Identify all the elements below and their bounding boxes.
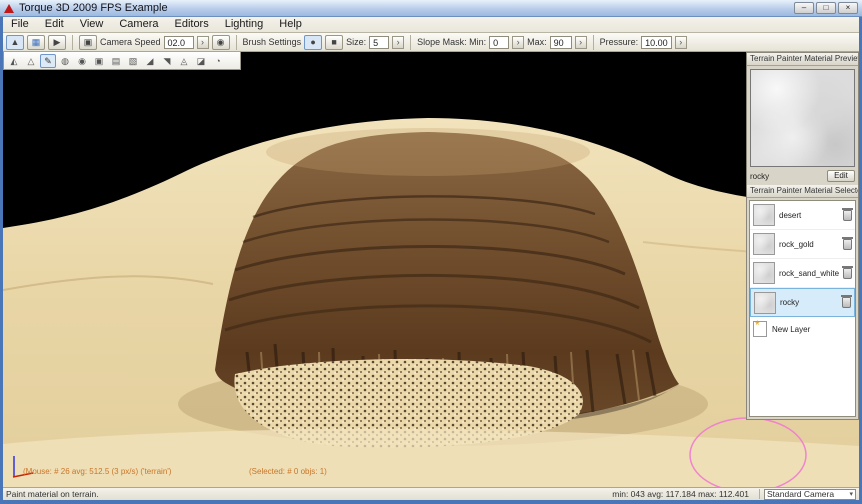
camera-speed-spinner[interactable]: › [197, 36, 209, 49]
material-list: desert rock_gold rock_sand_white rocky [749, 200, 856, 417]
status-bar: Paint material on terrain. min: 043 avg:… [3, 487, 859, 500]
material-name: desert [779, 211, 843, 220]
slope-max-spinner[interactable]: › [575, 36, 587, 49]
terrain-scene [3, 52, 859, 487]
close-button[interactable]: × [838, 2, 858, 14]
new-layer-icon [753, 321, 767, 337]
toolbar-separator [72, 35, 73, 50]
material-thumbnail [754, 292, 776, 314]
visibility-eye-icon[interactable]: ◉ [212, 35, 230, 50]
torque-logo-icon [4, 4, 14, 13]
terrain-tool-strip: ◭ △ ✎ ◍ ◉ ▣ ▤ ▧ ◢ ◥ ◬ ◪ ◔ [3, 52, 241, 70]
camera-mode-value: Standard Camera [767, 489, 834, 499]
camera-speed-value[interactable]: 02.0 [164, 36, 194, 49]
adjust-height-icon[interactable]: △ [23, 54, 39, 68]
material-thumbnail [753, 233, 775, 255]
material-name: rocky [780, 298, 842, 307]
camera-speed-label: Camera Speed [100, 37, 161, 47]
window-title: Torque 3D 2009 FPS Example [19, 2, 168, 14]
paint-material-brush-icon[interactable]: ✎ [40, 54, 56, 68]
slope-max-label: Max: [527, 37, 547, 47]
paint-noise-icon[interactable]: ◉ [74, 54, 90, 68]
toolbar-separator [236, 35, 237, 50]
circle-brush-icon[interactable]: ● [304, 35, 322, 50]
pressure-value[interactable]: 10.00 [641, 36, 672, 49]
brush-settings-label: Brush Settings [243, 37, 302, 47]
world-editor-icon[interactable]: ▲ [6, 35, 24, 50]
menu-lighting[interactable]: Lighting [217, 17, 272, 32]
slope-min-spinner[interactable]: › [512, 36, 524, 49]
lower-height-icon[interactable]: ◥ [159, 54, 175, 68]
clear-layer-icon[interactable]: ▧ [125, 54, 141, 68]
3d-viewport[interactable]: (Mouse: # 26 avg: 512.5 (3 px/s) ('terra… [3, 52, 859, 487]
slope-min-label: Slope Mask: Min: [417, 37, 486, 47]
slope-min-value[interactable]: 0 [489, 36, 509, 49]
status-perf-stats: min: 043 avg: 117.184 max: 112.401 [612, 489, 749, 499]
restore-terrain-icon[interactable]: ◪ [193, 54, 209, 68]
brush-history-icon[interactable]: ◔ [210, 54, 226, 68]
set-height-icon[interactable]: ▤ [108, 54, 124, 68]
set-empty-icon[interactable]: ◬ [176, 54, 192, 68]
material-row-rocky[interactable]: rocky [750, 288, 855, 317]
new-layer-button[interactable]: New Layer [750, 317, 855, 341]
material-selector-header: Terrain Painter Material Selector [747, 185, 858, 198]
toolbar-separator [410, 35, 411, 50]
pressure-spinner[interactable]: › [675, 36, 687, 49]
menu-camera[interactable]: Camera [111, 17, 166, 32]
material-row-rock-sand-white[interactable]: rock_sand_white [750, 259, 855, 288]
material-thumbnail [753, 262, 775, 284]
flatten-tool-icon[interactable]: ▣ [91, 54, 107, 68]
camera-mode-dropdown[interactable]: Standard Camera ▾ [764, 489, 856, 500]
viewport-hud-mouse-text: (Mouse: # 26 avg: 512.5 (3 px/s) ('terra… [23, 467, 171, 476]
menu-editors[interactable]: Editors [166, 17, 216, 32]
material-preview-header: Terrain Painter Material Preview [747, 53, 858, 66]
brush-size-spinner[interactable]: › [392, 36, 404, 49]
main-toolbar: ▲ ▦ ▶ ▣ Camera Speed 02.0 › ◉ Brush Sett… [3, 33, 859, 52]
delete-material-icon[interactable] [842, 297, 851, 308]
minimize-button[interactable]: – [794, 2, 814, 14]
material-row-rock-gold[interactable]: rock_gold [750, 230, 855, 259]
material-name: rock_gold [779, 240, 843, 249]
terrain-painter-palette: Terrain Painter Material Preview rocky E… [746, 52, 859, 420]
status-hint-text: Paint material on terrain. [6, 489, 612, 499]
material-preview-image [750, 69, 855, 167]
select-terrain-icon[interactable]: ◭ [6, 54, 22, 68]
delete-material-icon[interactable] [843, 239, 852, 250]
edit-material-button[interactable]: Edit [827, 170, 855, 182]
menu-file[interactable]: File [3, 17, 37, 32]
brush-size-value[interactable]: 5 [369, 36, 389, 49]
statusbar-separator [759, 489, 760, 499]
viewport-hud-selected-text: (Selected: # 0 objs: 1) [249, 467, 327, 476]
brush-size-label: Size: [346, 37, 366, 47]
menu-help[interactable]: Help [271, 17, 310, 32]
square-brush-icon[interactable]: ■ [325, 35, 343, 50]
material-thumbnail [753, 204, 775, 226]
toolbar-separator [593, 35, 594, 50]
app-window: Torque 3D 2009 FPS Example – □ × File Ed… [0, 0, 862, 504]
material-row-desert[interactable]: desert [750, 201, 855, 230]
delete-material-icon[interactable] [843, 210, 852, 221]
grid-snap-icon[interactable]: ▦ [27, 35, 45, 50]
menu-edit[interactable]: Edit [37, 17, 72, 32]
title-bar: Torque 3D 2009 FPS Example – □ × [0, 0, 862, 17]
smooth-tool-icon[interactable]: ◍ [57, 54, 73, 68]
menu-bar: File Edit View Camera Editors Lighting H… [3, 17, 859, 33]
play-game-icon[interactable]: ▶ [48, 35, 66, 50]
preview-material-name: rocky [750, 172, 827, 181]
camera-icon[interactable]: ▣ [79, 35, 97, 50]
delete-material-icon[interactable] [843, 268, 852, 279]
new-layer-label: New Layer [772, 325, 852, 334]
maximize-button[interactable]: □ [816, 2, 836, 14]
menu-view[interactable]: View [72, 17, 112, 32]
material-name: rock_sand_white [779, 269, 843, 278]
pressure-label: Pressure: [600, 37, 639, 47]
slope-max-value[interactable]: 90 [550, 36, 572, 49]
raise-height-icon[interactable]: ◢ [142, 54, 158, 68]
chevron-down-icon: ▾ [849, 490, 853, 498]
